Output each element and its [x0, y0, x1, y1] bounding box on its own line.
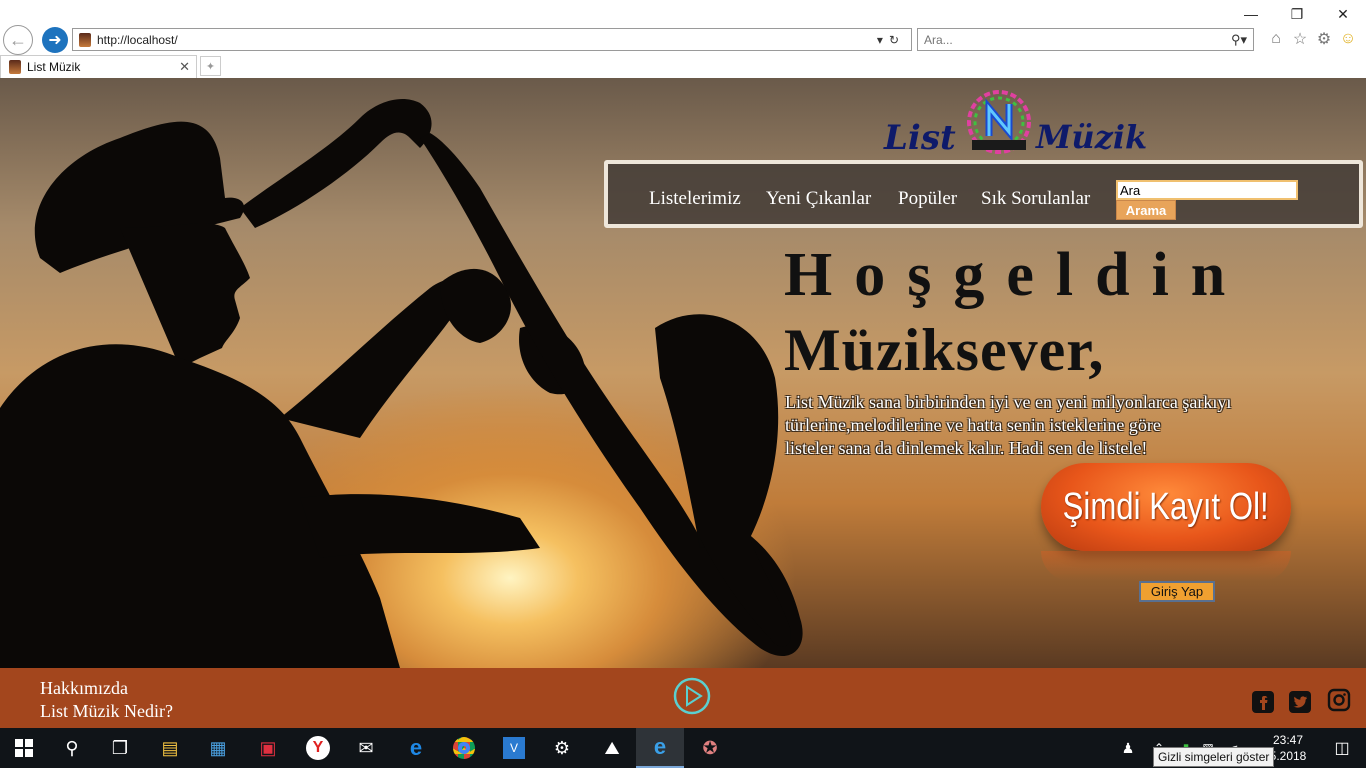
facebook-icon[interactable] [1251, 690, 1275, 714]
tab-close-icon[interactable]: ✕ [179, 59, 190, 75]
main-navbar: Listelerimiz Yeni Çıkanlar Popüler Sık S… [604, 160, 1363, 228]
browser-search-box[interactable]: ⚲▾ [917, 28, 1254, 51]
back-arrow-icon: ← [9, 29, 27, 50]
browser-toolbar-icons: ⌂ ☆ ⚙ ☺ [1266, 29, 1358, 49]
browser-search-input[interactable] [924, 32, 1231, 47]
logo-text-left: List [884, 118, 956, 158]
window-controls: — ❐ ✕ [1228, 3, 1366, 25]
nav-item-yeni-cikanlar[interactable]: Yeni Çıkanlar [766, 188, 871, 210]
restore-icon[interactable]: ❐ [1274, 3, 1320, 25]
visual-studio-code-icon[interactable]: V [490, 728, 538, 768]
forward-arrow-icon: ➜ [48, 32, 62, 49]
minimize-icon[interactable]: — [1228, 3, 1274, 25]
play-logo-icon[interactable] [672, 676, 712, 716]
site-search-button[interactable]: Arama [1116, 200, 1176, 220]
intro-line: listeler sana da dinlemek kalır. Hadi se… [785, 438, 1148, 458]
back-button[interactable]: ← [3, 25, 33, 55]
welcome-heading-line2: Müziksever, [784, 317, 1105, 383]
hidden-icons-tooltip: Gizli simgeleri göster [1153, 747, 1275, 767]
chrome-icon[interactable] [440, 728, 488, 768]
task-view-icon[interactable]: ❐ [96, 728, 144, 768]
nav-item-listelerimiz[interactable]: Listelerimiz [649, 188, 741, 210]
intro-line: List Müzik sana birbirinden iyi ve en ye… [785, 392, 1232, 412]
store-icon[interactable]: ▦ [194, 728, 242, 768]
site-footer: Hakkımızda List Müzik Nedir? [0, 668, 1366, 728]
home-icon[interactable]: ⌂ [1266, 29, 1286, 49]
new-tab-icon: ✦ [205, 60, 216, 73]
browser-chrome: — ❐ ✕ ← ➜ http://localhost/ ▾↻ ⚲▾ ⌂ ☆ ⚙ … [0, 0, 1366, 78]
instagram-icon[interactable] [1327, 688, 1351, 712]
tab-title[interactable]: List Müzik [27, 60, 179, 74]
nav-item-populer[interactable]: Popüler [898, 188, 957, 210]
site-favicon-icon [79, 32, 91, 47]
clock-time: 23:47 [1272, 733, 1304, 747]
address-url[interactable]: http://localhost/ [97, 33, 877, 47]
internet-explorer-icon[interactable]: e [636, 728, 684, 768]
favorites-star-icon[interactable]: ☆ [1290, 29, 1310, 49]
notifications-icon[interactable]: ◫ [1318, 728, 1366, 768]
windows-logo-icon [15, 739, 33, 757]
footer-link-hakkimizda[interactable]: Hakkımızda [40, 678, 128, 699]
dropdown-refresh-icons[interactable]: ▾↻ [877, 33, 905, 47]
yandex-icon[interactable]: Y [294, 728, 342, 768]
tab-favicon-icon [9, 60, 21, 74]
hero-section: List Müzik Listelerimiz Yeni Çıkanlar Po… [0, 78, 1366, 668]
feedback-smiley-icon[interactable]: ☺ [1338, 29, 1358, 49]
start-icon[interactable] [0, 728, 48, 768]
address-bar[interactable]: http://localhost/ ▾↻ [72, 28, 912, 51]
signup-cta-label: Şimdi Kayıt Ol! [1062, 485, 1270, 528]
edge-icon[interactable]: e [392, 728, 440, 768]
photos-icon[interactable]: ⛰ [588, 728, 636, 768]
welcome-heading-line1: Hoşgeldin [784, 241, 1248, 309]
footer-link-nedir[interactable]: List Müzik Nedir? [40, 701, 173, 722]
signup-cta-button[interactable]: Şimdi Kayıt Ol! [1041, 463, 1291, 551]
settings-gear-icon[interactable]: ⚙ [1314, 29, 1334, 49]
paint-icon[interactable]: ✪ [686, 728, 734, 768]
logo-text-right: Müzik [1036, 118, 1148, 156]
site-logo[interactable]: List Müzik [884, 88, 1147, 158]
search-icon[interactable]: ⚲▾ [1231, 32, 1247, 48]
file-explorer-icon[interactable]: ▤ [146, 728, 194, 768]
nav-item-sik-sorulanlar[interactable]: Sık Sorulanlar [981, 188, 1090, 210]
settings-icon[interactable]: ⚙ [538, 728, 586, 768]
cta-reflection [1041, 551, 1291, 581]
login-button[interactable]: Giriş Yap [1139, 581, 1215, 602]
intro-paragraph: List Müzik sana birbirinden iyi ve en ye… [785, 391, 1290, 460]
gift-icon[interactable]: ▣ [244, 728, 292, 768]
search-icon[interactable]: ⚲ [48, 728, 96, 768]
intro-line: türlerine,melodilerine ve hatta senin is… [785, 415, 1161, 435]
browser-tab[interactable]: List Müzik ✕ [0, 55, 197, 78]
forward-button[interactable]: ➜ [42, 27, 68, 53]
site-search-input[interactable] [1116, 180, 1298, 200]
mail-icon[interactable]: ✉ [342, 728, 390, 768]
music-note-logo-icon [967, 90, 1031, 154]
close-icon[interactable]: ✕ [1320, 3, 1366, 25]
new-tab-button[interactable]: ✦ [200, 56, 221, 76]
twitter-icon[interactable] [1288, 690, 1312, 714]
